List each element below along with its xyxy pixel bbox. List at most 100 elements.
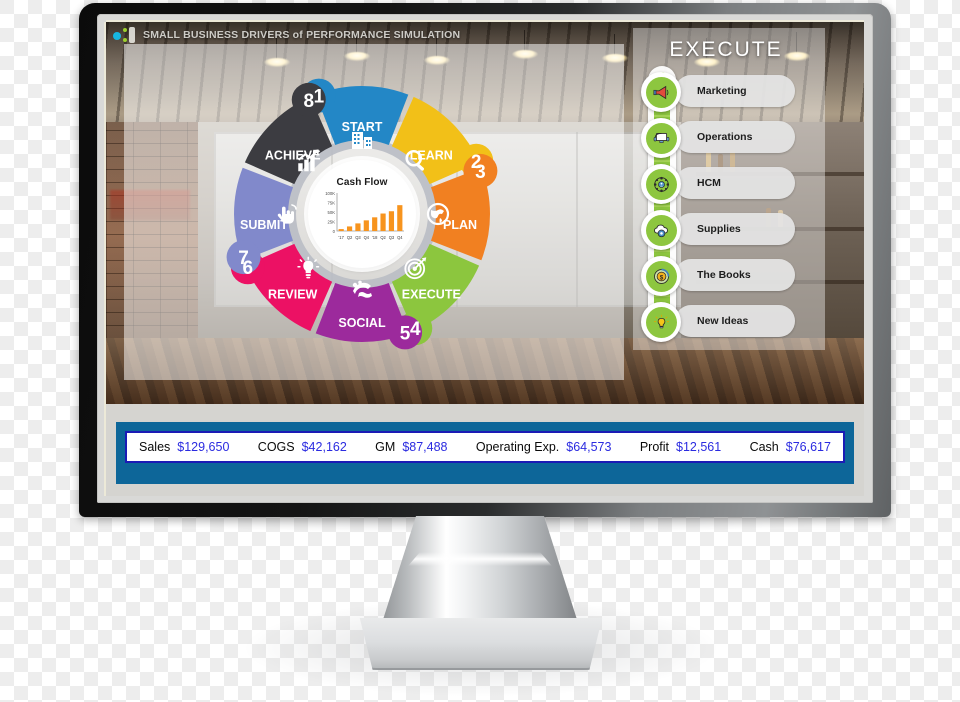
wheel-segment-label: REVIEW — [268, 287, 318, 301]
wheel-segment-label: EXECUTE — [402, 287, 461, 301]
cash-flow-bar — [380, 213, 386, 231]
execute-item-pill[interactable]: HCM — [675, 167, 795, 199]
screen-frame: SMALL BUSINESS DRIVERS of PERFORMANCE SI… — [106, 22, 864, 496]
cash-flow-xtick: '18 — [372, 235, 378, 240]
financial-metric-cogs: COGS $42,162 — [258, 440, 347, 454]
monitor-headset-icon — [645, 122, 677, 154]
cash-flow-bar-chart: 025K50K75K100K'17 Q2 Q3 Q4'18 Q2 Q3 Q4 — [325, 191, 404, 240]
people-network-icon — [645, 168, 677, 200]
execute-item-new-ideas[interactable]: New Ideas — [633, 302, 825, 346]
financial-metric-key: COGS — [257, 440, 295, 454]
financial-metric-value: $64,573 — [566, 440, 612, 454]
financial-metric-cash: Cash $76,617 — [750, 440, 831, 454]
execute-item-label: Marketing — [697, 85, 747, 97]
wheel-segment-number: 7 — [238, 248, 249, 269]
monitor-bezel: SMALL BUSINESS DRIVERS of PERFORMANCE SI… — [79, 3, 891, 517]
financial-metric-key: Cash — [749, 440, 779, 454]
execute-item-hcm[interactable]: HCM — [633, 164, 825, 208]
cash-flow-bar — [338, 229, 344, 231]
cash-flow-xtick: Q2 — [347, 235, 353, 240]
execute-item-bullet[interactable] — [641, 210, 681, 250]
execute-item-supplies[interactable]: Supplies — [633, 210, 825, 254]
cash-flow-ytick: 50K — [328, 210, 336, 215]
ledger-dollar-icon: $ — [645, 260, 677, 292]
cash-flow-xtick: Q2 — [380, 235, 386, 240]
cash-flow-ytick: 0 — [333, 229, 336, 234]
financial-metric-key: GM — [375, 440, 396, 454]
wheel-segment-label: PLAN — [443, 218, 477, 232]
wheel-segment-label: START — [342, 120, 383, 134]
execute-item-bullet[interactable] — [641, 302, 681, 342]
wheel-segment-number: 3 — [475, 162, 486, 183]
megaphone-icon — [645, 76, 677, 108]
execute-item-label: Supplies — [697, 223, 741, 235]
execute-item-pill[interactable]: Supplies — [675, 213, 795, 245]
cash-flow-bar — [397, 205, 403, 231]
execute-item-label: HCM — [697, 177, 721, 189]
cash-flow-ytick: 100K — [325, 191, 335, 196]
cash-flow-xtick: Q3 — [389, 235, 395, 240]
cash-flow-bar — [363, 220, 369, 231]
execute-item-label: New Ideas — [697, 315, 749, 327]
financial-band: Sales $129,650 COGS $42,162 GM $87,488 Operati… — [116, 422, 854, 484]
cash-flow-title: Cash Flow — [336, 177, 388, 188]
monitor-stand-base-edge — [360, 618, 603, 670]
financial-metric-key: Profit — [639, 440, 670, 454]
financial-metric-sales: Sales $129,650 — [139, 440, 229, 454]
cash-flow-bar — [346, 226, 353, 231]
financial-metric-key: Sales — [139, 440, 171, 454]
wheel-segment-number: 8 — [303, 91, 314, 112]
wheel-segment-number: 4 — [410, 319, 421, 340]
execute-panel-title: EXECUTE — [669, 38, 783, 61]
cash-flow-ytick: 75K — [328, 201, 336, 206]
cash-flow-xtick: Q4 — [364, 235, 370, 240]
execute-item-bullet[interactable] — [641, 118, 681, 158]
financial-metric-key: Operating Exp. — [475, 440, 560, 454]
cash-flow-xtick: '17 — [339, 235, 345, 240]
execute-item-pill[interactable]: Marketing — [675, 75, 795, 107]
cash-flow-bar — [388, 211, 395, 231]
financial-summary-area: Sales $129,650 COGS $42,162 GM $87,488 Operati… — [106, 404, 864, 496]
cash-flow-bar — [355, 223, 361, 231]
financial-metrics-box: Sales $129,650 COGS $42,162 GM $87,488 Operati… — [125, 431, 845, 463]
wheel-segment-number: 5 — [400, 323, 411, 344]
execute-item-pill[interactable]: Operations — [675, 121, 795, 153]
wheel-segment-label: SUBMIT — [240, 218, 288, 232]
execute-item-bullet[interactable] — [641, 164, 681, 204]
financial-metric-value: $42,162 — [301, 440, 347, 454]
execute-item-operations[interactable]: Operations — [633, 118, 825, 162]
svg-text:$: $ — [659, 274, 663, 281]
financial-metric-operating-exp: Operating Exp. $64,573 — [476, 440, 612, 454]
app-photo-area: SMALL BUSINESS DRIVERS of PERFORMANCE SI… — [106, 22, 864, 404]
screen: SMALL BUSINESS DRIVERS of PERFORMANCE SI… — [106, 22, 864, 496]
wheel-segment-label: SOCIAL — [338, 316, 386, 330]
execute-item-pill[interactable]: New Ideas — [675, 305, 795, 337]
app-title: SMALL BUSINESS DRIVERS of PERFORMANCE SI… — [143, 29, 461, 41]
cash-flow-xtick: Q3 — [355, 235, 361, 240]
cash-flow-ytick: 25K — [328, 220, 336, 225]
cash-flow-hub: Cash Flow 0 25K 50K 75K 100K '17 Q2 Q3 Q4'18 Q2 Q3… — [308, 160, 416, 268]
financial-metric-value: $76,617 — [785, 440, 831, 454]
execute-item-bullet[interactable] — [641, 72, 681, 112]
cash-flow-xtick: Q4 — [397, 235, 403, 240]
execute-item-marketing[interactable]: Marketing — [633, 72, 825, 116]
idea-bulb-icon — [645, 306, 677, 338]
monitor-inner-frame: SMALL BUSINESS DRIVERS of PERFORMANCE SI… — [97, 14, 873, 503]
process-wheel: 1 START 2 LEARN 3 PLAN 4 EXECUTE 5 SOCIAL 6 REVIEW 7… — [126, 36, 598, 392]
wheel-segment-number: 1 — [314, 87, 325, 108]
execute-item-label: Operations — [697, 131, 753, 143]
financial-metric-value: $129,650 — [177, 440, 230, 454]
cash-flow-bar — [372, 217, 378, 231]
execute-panel: EXECUTE Marketing Operations HCM Supplies Th… — [633, 28, 825, 350]
cash-flow-chart: 0 25K 50K 75K 100K '17 Q2 Q3 Q4'18 Q2 Q3 Q4 — [316, 191, 408, 243]
execute-item-bullet[interactable]: $ — [641, 256, 681, 296]
financial-metric-value: $12,561 — [676, 440, 722, 454]
execute-item-list: Marketing Operations HCM Supplies The Books $… — [633, 72, 825, 348]
execute-item-the-books[interactable]: The Books $ — [633, 256, 825, 300]
financial-metric-profit: Profit $12,561 — [640, 440, 721, 454]
financial-metric-value: $87,488 — [402, 440, 448, 454]
cloud-gear-icon — [645, 214, 677, 246]
execute-item-label: The Books — [697, 269, 751, 281]
monitor-mockup: SMALL BUSINESS DRIVERS of PERFORMANCE SI… — [0, 0, 960, 702]
execute-item-pill[interactable]: The Books — [675, 259, 795, 291]
